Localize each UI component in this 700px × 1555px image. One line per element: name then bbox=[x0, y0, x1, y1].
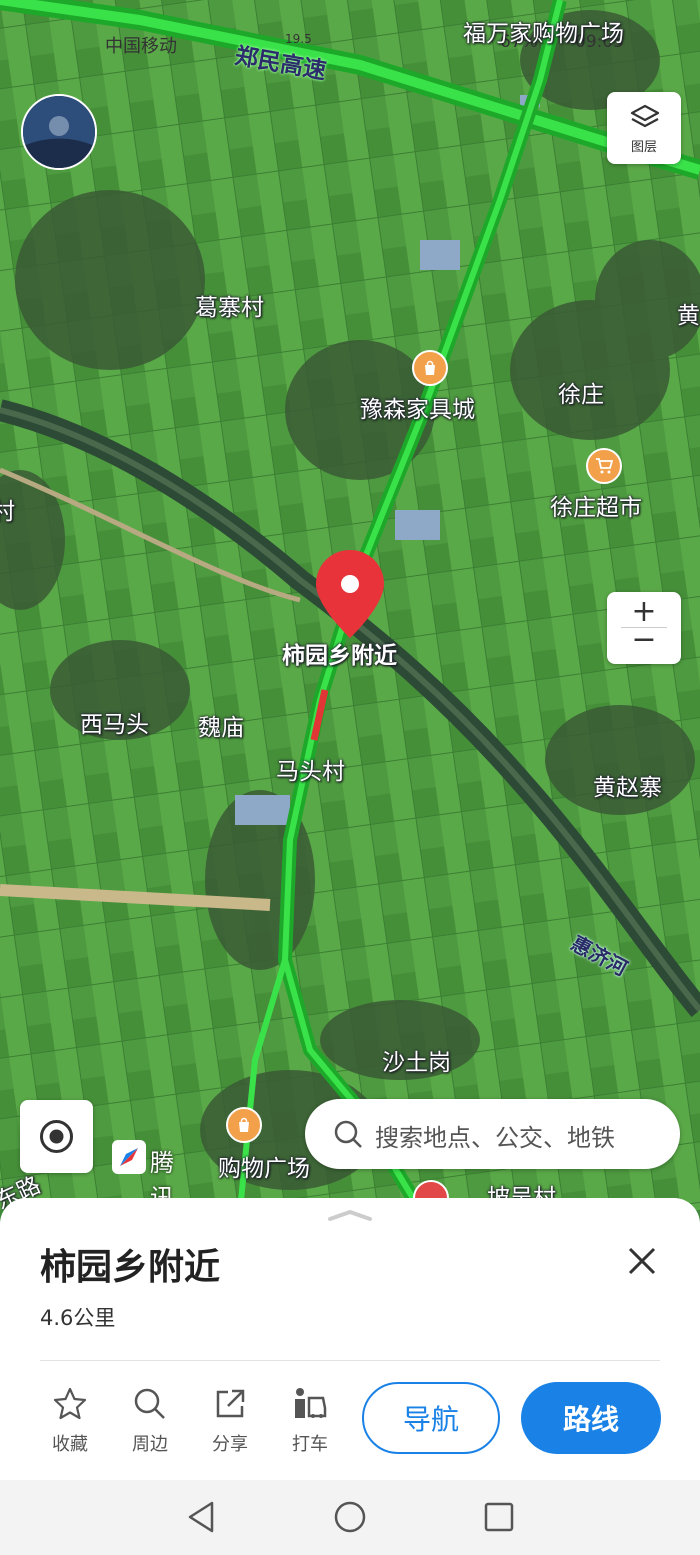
locate-button[interactable] bbox=[20, 1100, 93, 1173]
layers-icon bbox=[630, 104, 660, 128]
place-label: 购物广场 bbox=[218, 1156, 310, 1182]
pin-label: 柿园乡附近 bbox=[282, 643, 397, 669]
zoom-control: + − bbox=[607, 592, 681, 664]
place-label: 黄赵寨 bbox=[593, 775, 662, 801]
place-label: 徐庄超市 bbox=[550, 495, 642, 521]
taxi-button[interactable]: 打车 bbox=[280, 1384, 340, 1456]
favorite-label: 收藏 bbox=[52, 1434, 88, 1455]
network-speed: 19.5 bbox=[285, 32, 312, 46]
locate-icon bbox=[40, 1120, 73, 1153]
nearby-label: 周边 bbox=[132, 1434, 168, 1455]
map-view[interactable]: 中国移动 19.5 67% 09:05 郑民高速 福万家购物广场 葛寨村 豫森家… bbox=[0, 0, 700, 1210]
share-label: 分享 bbox=[212, 1434, 248, 1455]
route-button[interactable]: 路线 bbox=[521, 1382, 661, 1454]
place-label: 西马头 bbox=[80, 712, 149, 738]
place-label: 徐庄 bbox=[558, 382, 604, 408]
brand-logo: 腾讯地图 bbox=[112, 1140, 174, 1210]
star-icon bbox=[53, 1387, 87, 1420]
divider bbox=[40, 1360, 660, 1361]
search-placeholder: 搜索地点、公交、地铁 bbox=[375, 1124, 615, 1152]
share-button[interactable]: 分享 bbox=[200, 1384, 260, 1456]
shopping-bag-icon[interactable] bbox=[226, 1107, 262, 1143]
taxi-icon bbox=[295, 1388, 327, 1418]
place-label: 马头村 bbox=[276, 759, 345, 785]
place-detail-sheet: 柿园乡附近 4.6公里 收藏 周边 分享 打车 导航 路线 bbox=[0, 1198, 700, 1480]
zoom-out-button[interactable]: − bbox=[607, 622, 681, 657]
search-bar[interactable]: 搜索地点、公交、地铁 bbox=[305, 1099, 680, 1169]
place-label: 福万家购物广场 bbox=[463, 21, 624, 47]
navigate-button[interactable]: 导航 bbox=[362, 1382, 500, 1454]
recent-apps-icon[interactable] bbox=[483, 1501, 515, 1533]
place-label: 黄 bbox=[677, 303, 700, 329]
nearby-button[interactable]: 周边 bbox=[120, 1384, 180, 1456]
location-pin-icon[interactable] bbox=[313, 548, 387, 644]
taxi-label: 打车 bbox=[292, 1434, 328, 1455]
home-icon[interactable] bbox=[333, 1500, 367, 1534]
place-label: 魏庙 bbox=[198, 715, 244, 741]
search-icon bbox=[334, 1120, 362, 1148]
place-label: 村 bbox=[0, 499, 15, 525]
search-icon bbox=[134, 1388, 165, 1419]
carrier-text: 中国移动 bbox=[105, 36, 177, 57]
compass-logo-icon bbox=[112, 1140, 146, 1174]
place-distance: 4.6公里 bbox=[40, 1306, 116, 1330]
close-icon[interactable] bbox=[625, 1244, 659, 1278]
chevron-up-icon[interactable] bbox=[327, 1208, 373, 1222]
share-icon bbox=[216, 1389, 245, 1418]
system-nav-bar bbox=[0, 1480, 700, 1555]
shopping-cart-icon[interactable] bbox=[586, 448, 622, 484]
user-avatar[interactable] bbox=[21, 94, 97, 170]
layers-label: 图层 bbox=[630, 140, 657, 155]
place-label: 沙土岗 bbox=[382, 1050, 451, 1076]
shopping-bag-icon[interactable] bbox=[412, 350, 448, 386]
place-label: 豫森家具城 bbox=[360, 397, 475, 423]
favorite-button[interactable]: 收藏 bbox=[40, 1384, 100, 1456]
place-title: 柿园乡附近 bbox=[40, 1247, 221, 1288]
layers-button[interactable]: 图层 bbox=[607, 92, 681, 164]
back-icon[interactable] bbox=[185, 1500, 217, 1534]
place-label: 葛寨村 bbox=[195, 295, 264, 321]
